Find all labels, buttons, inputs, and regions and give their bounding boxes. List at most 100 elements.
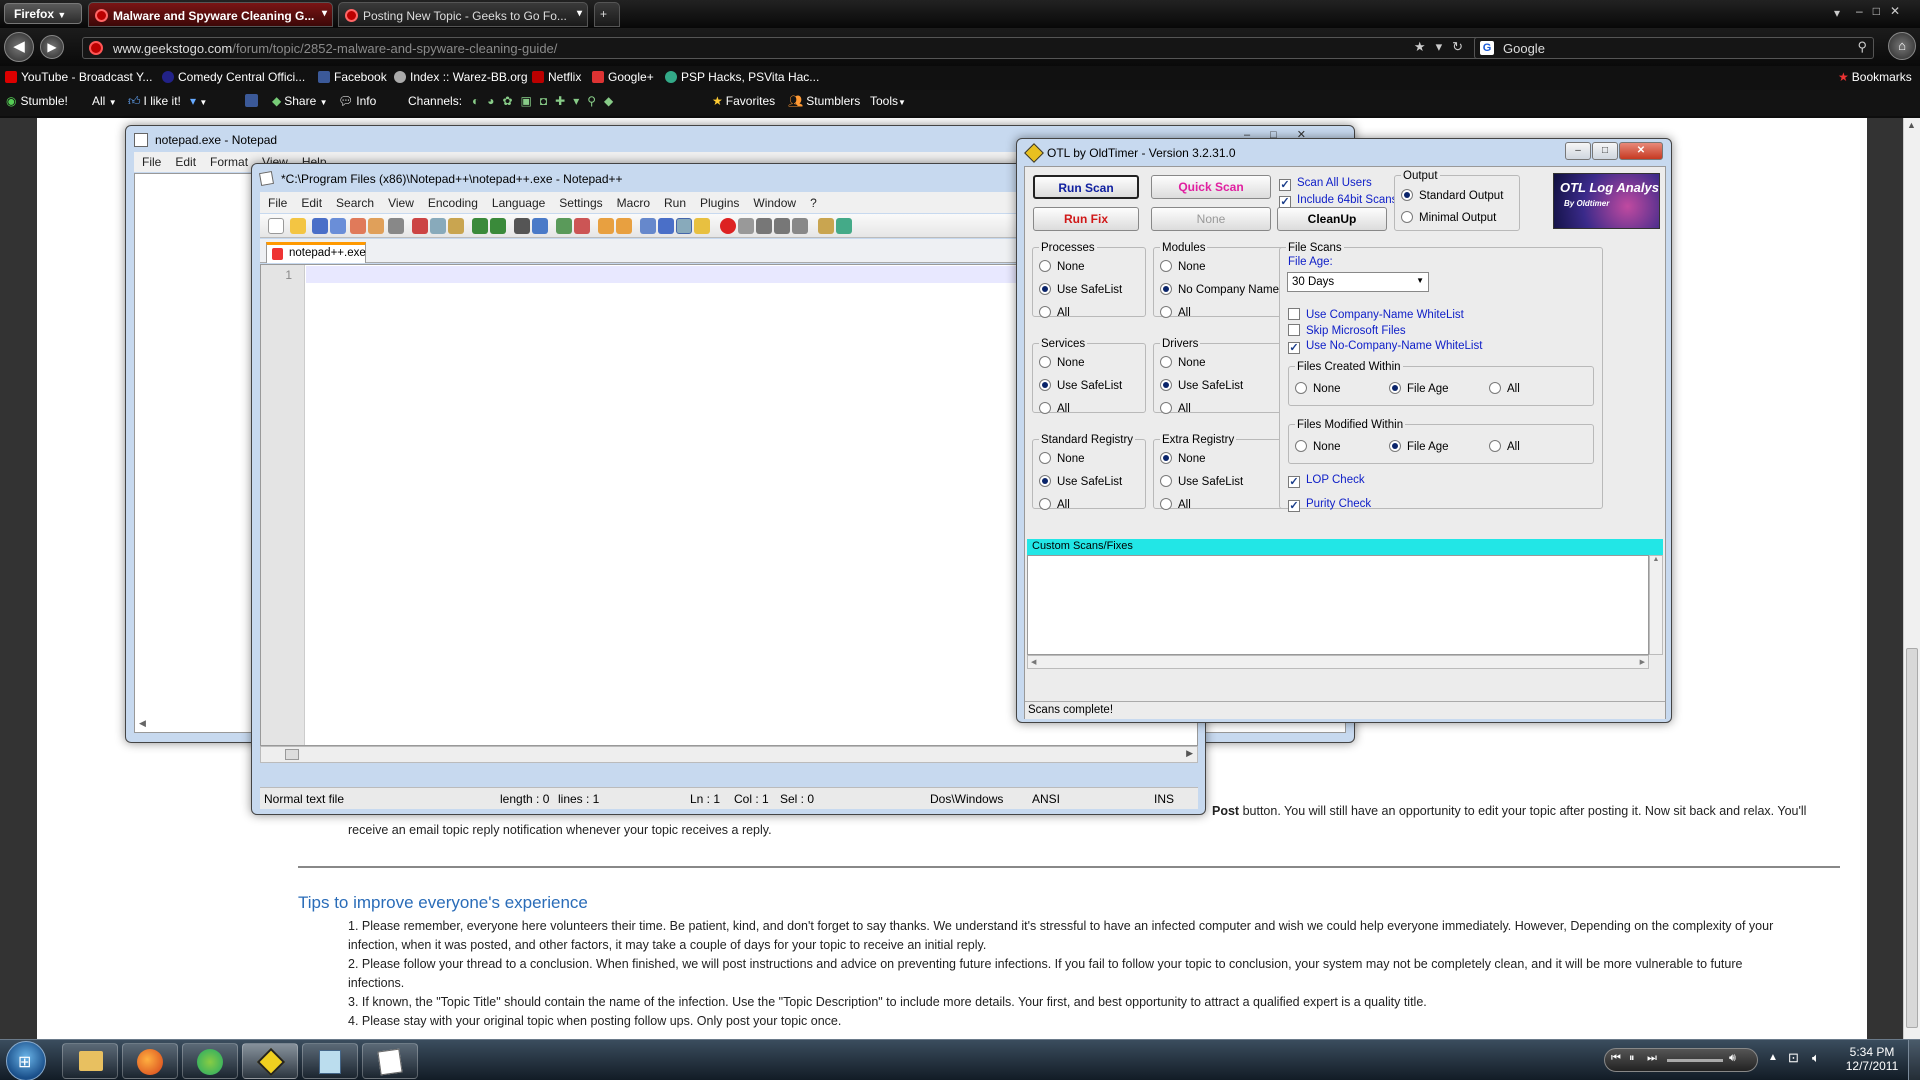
previous-track-icon[interactable]: ⏮ xyxy=(1611,1052,1621,1065)
minimize-icon[interactable]: – xyxy=(1856,4,1873,18)
user-language-icon[interactable] xyxy=(694,218,710,234)
services-all-radio[interactable]: All xyxy=(1039,402,1070,415)
scroll-right-icon[interactable]: ▶ xyxy=(1640,658,1645,666)
ext-registry-none-radio[interactable]: None xyxy=(1160,452,1206,465)
menu-run[interactable]: Run xyxy=(664,196,686,210)
purity-check-checkbox[interactable]: ✓ Purity Check xyxy=(1288,498,1371,512)
search-magnifier-icon[interactable]: ⚲ xyxy=(1857,39,1867,55)
modules-no-company-radio[interactable]: No Company Name xyxy=(1160,283,1279,296)
replace-icon[interactable] xyxy=(532,218,548,234)
otl-window[interactable]: OTL by OldTimer - Version 3.2.31.0 – □ ✕… xyxy=(1016,138,1672,723)
menu-edit[interactable]: Edit xyxy=(301,196,322,210)
facebook-share-icon[interactable] xyxy=(245,94,262,108)
modified-all-radio[interactable]: All xyxy=(1489,440,1520,453)
bookmark-comedy-central[interactable]: Comedy Central Offici... xyxy=(162,70,305,84)
drivers-safelist-radio[interactable]: Use SafeList xyxy=(1160,379,1243,392)
tab-posting-new-topic[interactable]: Posting New Topic - Geeks to Go Fo... ▾ xyxy=(338,2,588,27)
close-all-icon[interactable] xyxy=(368,218,384,234)
reload-icon[interactable]: ↻ xyxy=(1452,39,1473,54)
site-identity-icon[interactable] xyxy=(89,41,103,55)
print-icon[interactable] xyxy=(388,218,404,234)
menu-search[interactable]: Search xyxy=(336,196,374,210)
tab-close-icon[interactable]: ▾ xyxy=(322,8,327,19)
stop-macro-icon[interactable] xyxy=(738,218,754,234)
maximize-icon[interactable]: □ xyxy=(1873,4,1890,18)
sync-horizontal-icon[interactable] xyxy=(616,218,632,234)
find-icon[interactable] xyxy=(514,218,530,234)
start-button[interactable]: ⊞ xyxy=(6,1041,46,1080)
run-scan-button[interactable]: Run Scan xyxy=(1033,175,1139,199)
favorites-button[interactable]: ★ Favorites xyxy=(712,94,775,108)
menu-edit[interactable]: Edit xyxy=(175,155,196,169)
ext-registry-all-radio[interactable]: All xyxy=(1160,498,1191,511)
sync-vertical-icon[interactable] xyxy=(598,218,614,234)
like-button[interactable]: 👍︎ I like it! xyxy=(128,94,181,109)
cleanup-button[interactable]: CleanUp xyxy=(1277,207,1387,231)
system-clock[interactable]: 5:34 PM 12/7/2011 xyxy=(1842,1045,1902,1073)
play-macro-icon[interactable] xyxy=(756,218,772,234)
record-macro-icon[interactable] xyxy=(720,218,736,234)
lop-check-checkbox[interactable]: ✓ LOP Check xyxy=(1288,474,1365,488)
modified-none-radio[interactable]: None xyxy=(1295,440,1341,453)
horizontal-scrollbar[interactable]: ▶ xyxy=(260,746,1198,763)
menu-plugins[interactable]: Plugins xyxy=(700,196,739,210)
created-all-radio[interactable]: All xyxy=(1489,382,1520,395)
new-tab-button[interactable]: + xyxy=(594,2,620,27)
close-file-icon[interactable] xyxy=(350,218,366,234)
standard-output-radio[interactable]: Standard Output xyxy=(1401,189,1503,202)
forward-arrow-icon[interactable]: ▶ xyxy=(40,35,64,59)
next-track-icon[interactable]: ⏭ xyxy=(1647,1052,1657,1065)
cut-icon[interactable] xyxy=(412,218,428,234)
scrollbar-thumb[interactable] xyxy=(1906,648,1918,1028)
ext-registry-safelist-radio[interactable]: Use SafeList xyxy=(1160,475,1243,488)
menu-window[interactable]: Window xyxy=(753,196,796,210)
show-all-chars-icon[interactable] xyxy=(658,218,674,234)
taskbar-firefox[interactable] xyxy=(122,1043,178,1079)
std-registry-all-radio[interactable]: All xyxy=(1039,498,1070,511)
std-registry-none-radio[interactable]: None xyxy=(1039,452,1085,465)
std-registry-safelist-radio[interactable]: Use SafeList xyxy=(1039,475,1122,488)
back-arrow-icon[interactable]: ◀ xyxy=(4,32,34,62)
taskbar-otl[interactable] xyxy=(242,1043,298,1079)
drivers-none-radio[interactable]: None xyxy=(1160,356,1206,369)
zoom-out-icon[interactable] xyxy=(574,218,590,234)
scroll-up-icon[interactable]: ▲ xyxy=(1653,556,1660,563)
stumble-button[interactable]: ◉ Stumble! xyxy=(6,94,68,108)
info-button[interactable]: 💬︎ Info xyxy=(338,94,376,108)
redo-icon[interactable] xyxy=(490,218,506,234)
volume-slider[interactable] xyxy=(1667,1059,1723,1062)
share-button[interactable]: ◆ Share ▼ xyxy=(272,94,328,108)
speaker-icon[interactable]: 🔈︎ xyxy=(1812,1050,1820,1066)
menu-view[interactable]: View xyxy=(388,196,414,210)
firefox-menu-button[interactable]: Firefox ▼ xyxy=(4,3,82,24)
taskbar-notepad[interactable] xyxy=(302,1043,358,1079)
maximize-button[interactable]: □ xyxy=(1592,142,1618,160)
services-none-radio[interactable]: None xyxy=(1039,356,1085,369)
file-tab[interactable]: notepad++.exe xyxy=(266,242,366,263)
bookmark-facebook[interactable]: Facebook xyxy=(318,70,387,84)
none-button[interactable]: None xyxy=(1151,207,1271,231)
network-icon[interactable]: ⊡ xyxy=(1788,1050,1799,1066)
services-safelist-radio[interactable]: Use SafeList xyxy=(1039,379,1122,392)
include-64bit-checkbox[interactable]: ✓ Include 64bit Scans xyxy=(1279,194,1397,208)
paste-icon[interactable] xyxy=(448,218,464,234)
menu-macro[interactable]: Macro xyxy=(617,196,650,210)
custom-scans-vscroll[interactable]: ▲ xyxy=(1649,555,1663,655)
processes-all-radio[interactable]: All xyxy=(1039,306,1070,319)
stumblers-button[interactable]: 👥︎ Stumblers xyxy=(788,94,860,108)
scroll-right-icon[interactable]: ▶ xyxy=(1186,748,1193,759)
save-macro-icon[interactable] xyxy=(792,218,808,234)
menu-encoding[interactable]: Encoding xyxy=(428,196,478,210)
quick-scan-button[interactable]: Quick Scan xyxy=(1151,175,1271,199)
history-dropdown-icon[interactable]: ▾ xyxy=(1436,39,1453,54)
show-hidden-icons[interactable]: ▲ xyxy=(1768,1052,1778,1063)
menu-language[interactable]: Language xyxy=(492,196,545,210)
otl-log-analysis-logo[interactable]: OTL Log Analysis By Oldtimer xyxy=(1553,173,1660,229)
modules-all-radio[interactable]: All xyxy=(1160,306,1191,319)
window-controls[interactable]: –□✕ xyxy=(1856,4,1910,18)
modified-file-age-radio[interactable]: File Age xyxy=(1389,440,1449,453)
scan-all-users-checkbox[interactable]: ✓ Scan All Users xyxy=(1279,177,1372,191)
processes-none-radio[interactable]: None xyxy=(1039,260,1085,273)
scroll-left-icon[interactable]: ◀ xyxy=(139,718,146,729)
taskbar-notepadpp[interactable] xyxy=(362,1043,418,1079)
